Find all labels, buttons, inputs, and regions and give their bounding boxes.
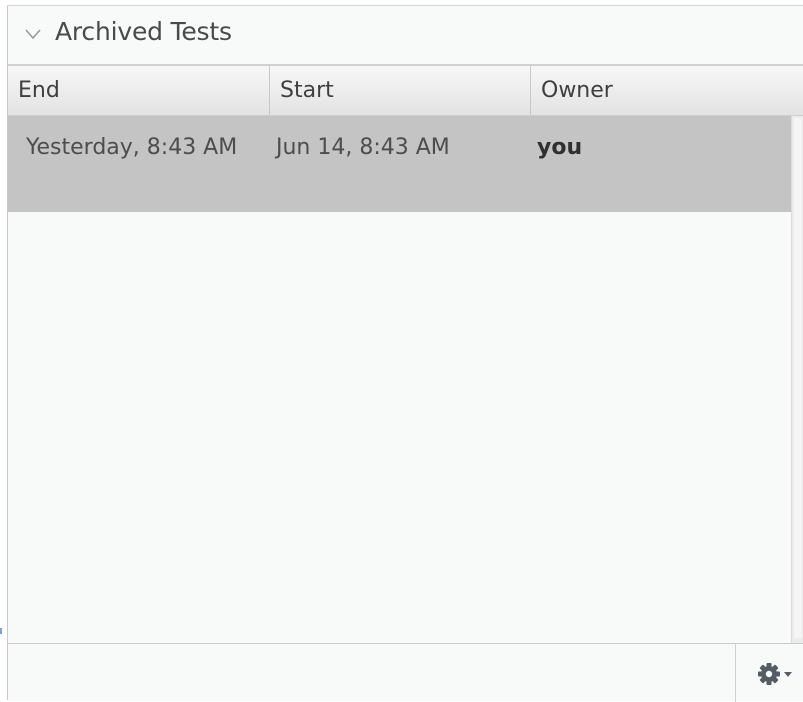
cell-end: Yesterday, 8:43 AM [26, 135, 238, 160]
left-accent [0, 628, 2, 634]
panel-title: Archived Tests [55, 17, 232, 46]
column-header-owner[interactable]: Owner [531, 66, 803, 115]
column-header-start[interactable]: Start [270, 66, 531, 115]
grid-body: Yesterday, 8:43 AM Jun 14, 8:43 AM you [8, 116, 791, 643]
archived-tests-panel: Archived Tests End Start Owner Yesterday… [7, 5, 803, 702]
table-row[interactable]: Yesterday, 8:43 AM Jun 14, 8:43 AM you [8, 116, 791, 212]
vertical-scrollbar[interactable] [791, 116, 803, 643]
cell-owner: you [537, 135, 583, 160]
scrollbar-thumb[interactable] [794, 118, 802, 638]
chevron-down-icon[interactable] [24, 28, 42, 40]
column-header-end[interactable]: End [8, 66, 270, 115]
cell-start: Jun 14, 8:43 AM [276, 135, 450, 160]
gear-dropdown-icon[interactable] [746, 654, 800, 694]
panel-footer [8, 643, 803, 702]
footer-divider [735, 644, 736, 702]
column-header-row: End Start Owner [8, 66, 803, 116]
panel-header[interactable]: Archived Tests [8, 6, 803, 66]
